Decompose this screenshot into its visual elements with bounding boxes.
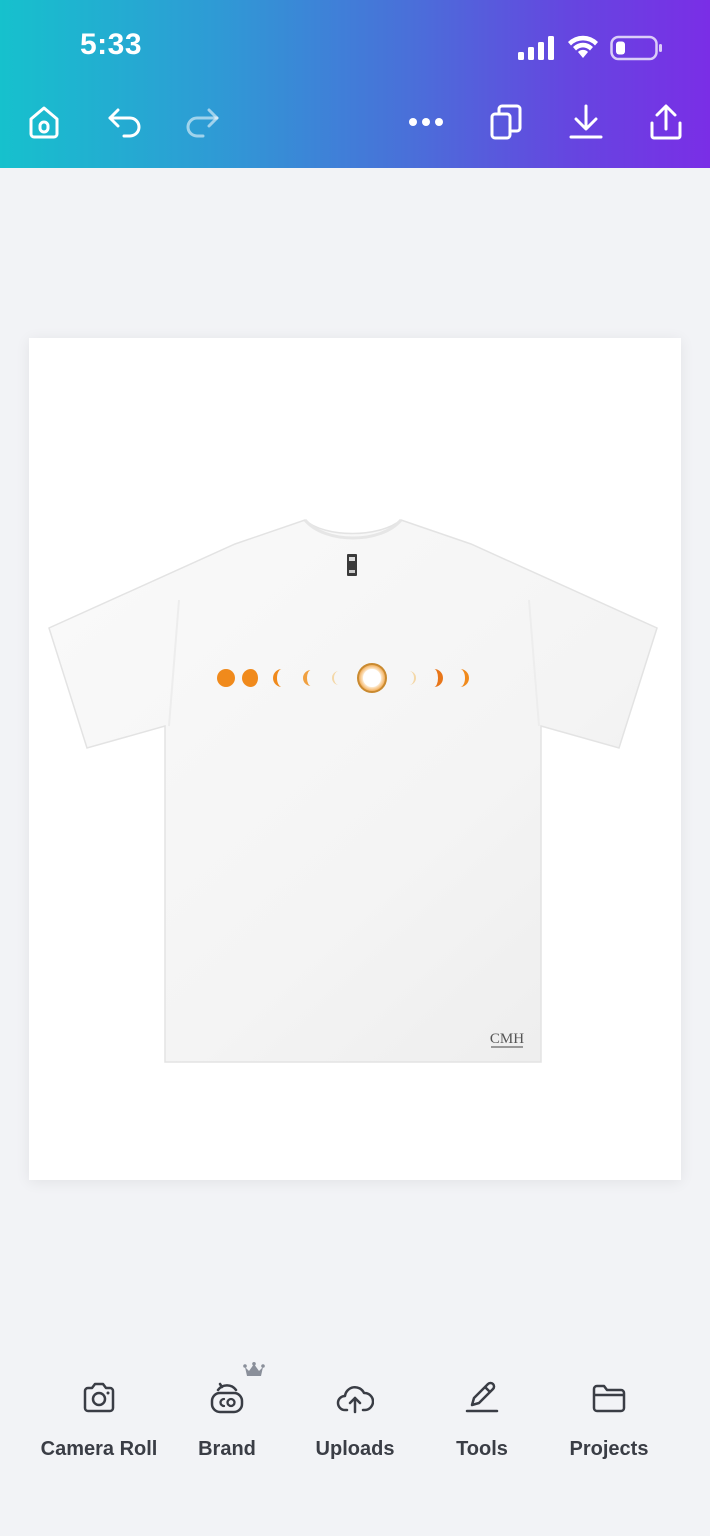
duplicate-pages-icon xyxy=(490,104,522,140)
camera-icon xyxy=(83,1382,115,1413)
camera-roll-label: Camera Roll xyxy=(40,1438,158,1460)
camera-roll-button[interactable]: Camera Roll xyxy=(34,1368,164,1478)
folder-icon xyxy=(592,1384,626,1413)
upload-cloud-icon xyxy=(336,1386,374,1414)
app-window: 5:33 CMH Camera Roll Brand Uploads Tools… xyxy=(0,0,710,1536)
undo-button[interactable] xyxy=(103,100,147,144)
undo-icon xyxy=(108,108,141,138)
wifi-icon xyxy=(568,35,598,58)
brand-mark-text: CMH xyxy=(490,1031,524,1047)
download-button[interactable] xyxy=(564,100,608,144)
share-icon xyxy=(650,104,682,140)
projects-button[interactable]: Projects xyxy=(544,1368,674,1478)
brand-button[interactable]: Brand xyxy=(162,1362,292,1478)
more-button[interactable] xyxy=(404,100,448,144)
more-icon xyxy=(409,118,443,126)
tools-button[interactable]: Tools xyxy=(417,1368,547,1478)
brand-label: Brand xyxy=(198,1438,256,1460)
home-icon xyxy=(29,106,59,139)
download-icon xyxy=(569,104,603,139)
redo-icon xyxy=(186,108,219,138)
crown-icon xyxy=(243,1362,265,1376)
design-canvas: CMH xyxy=(0,168,710,1338)
bottom-toolbar: Camera Roll Brand Uploads Tools Projects xyxy=(0,1340,710,1536)
tools-label: Tools xyxy=(456,1438,508,1460)
share-button[interactable] xyxy=(644,100,688,144)
battery-icon xyxy=(610,35,662,61)
duplicate-pages-button[interactable] xyxy=(484,100,528,144)
projects-label: Projects xyxy=(569,1438,649,1460)
home-button[interactable] xyxy=(22,100,66,144)
uploads-button[interactable]: Uploads xyxy=(290,1368,420,1478)
uploads-label: Uploads xyxy=(315,1438,395,1460)
brand-icon xyxy=(210,1382,244,1414)
top-header: 5:33 xyxy=(0,0,710,168)
tshirt-design-image[interactable]: CMH xyxy=(29,338,681,1180)
status-time: 5:33 xyxy=(80,28,143,61)
pen-tool-icon xyxy=(465,1381,499,1413)
design-page[interactable]: CMH xyxy=(29,338,681,1180)
cellular-signal-icon xyxy=(518,36,554,60)
redo-button[interactable] xyxy=(180,100,224,144)
